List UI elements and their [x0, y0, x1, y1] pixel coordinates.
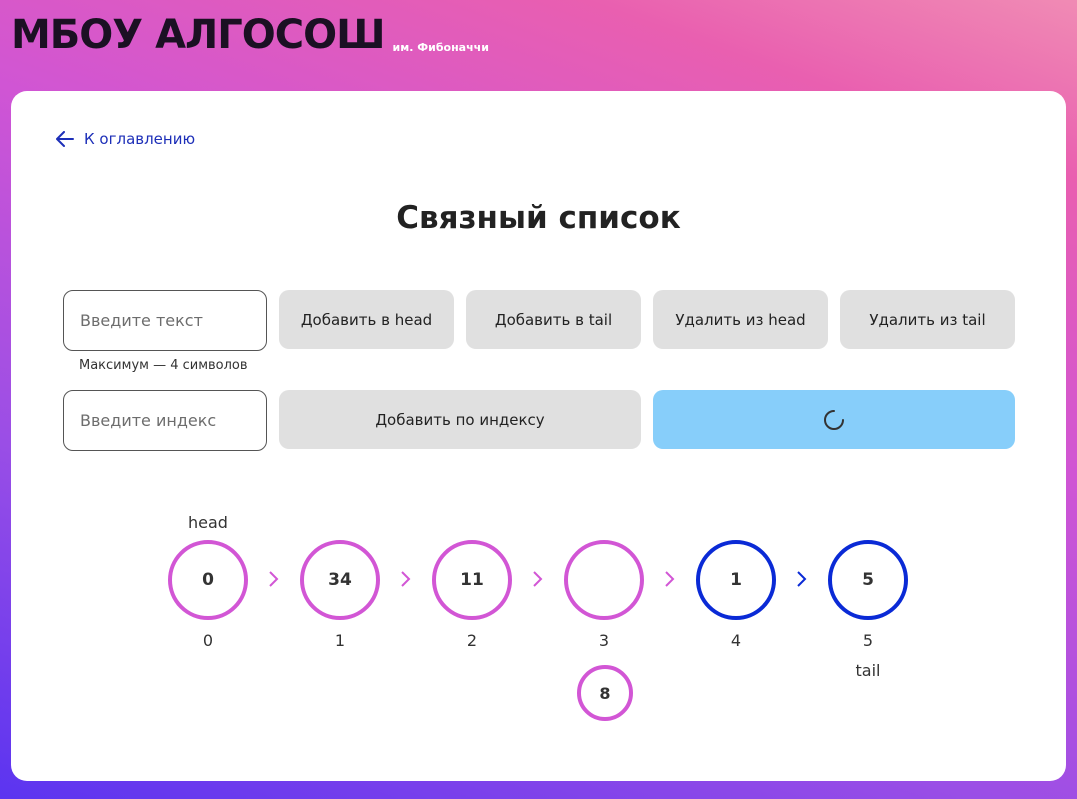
arrow-left-icon — [56, 131, 74, 147]
list-node: 11 — [432, 540, 512, 620]
node-index: 3 — [598, 631, 610, 650]
node-index: 2 — [466, 631, 478, 650]
page-title: Связный список — [396, 200, 681, 236]
loader-spinner-icon — [824, 409, 844, 430]
app-title: МБОУ АЛГОСОШ — [11, 12, 386, 58]
add-tail-button[interactable]: Добавить в tail — [466, 290, 641, 349]
chevron-right-icon — [269, 571, 279, 587]
list-node: 0 — [168, 540, 248, 620]
remove-tail-button[interactable]: Удалить из tail — [840, 290, 1015, 349]
head-label: head — [188, 513, 228, 532]
node-index: 0 — [202, 631, 214, 650]
app-header: МБОУ АЛГОСОШ им. Фибоначчи — [11, 10, 489, 60]
add-head-button[interactable]: Добавить в head — [279, 290, 454, 349]
chevron-right-icon — [533, 571, 543, 587]
remove-head-button[interactable]: Удалить из head — [653, 290, 828, 349]
add-by-index-button[interactable]: Добавить по индексу — [279, 390, 641, 449]
list-node: 5 — [828, 540, 908, 620]
index-input[interactable] — [63, 390, 267, 451]
remove-by-index-button[interactable] — [653, 390, 1015, 449]
text-input-hint: Максимум — 4 символов — [79, 358, 248, 373]
text-input[interactable] — [63, 290, 267, 351]
back-link[interactable]: К оглавлению — [56, 130, 195, 148]
chevron-right-icon — [401, 571, 411, 587]
chevron-right-icon — [665, 571, 675, 587]
back-link-label: К оглавлению — [84, 130, 196, 148]
node-index: 1 — [334, 631, 346, 650]
chevron-right-icon — [797, 571, 807, 587]
tail-label: tail — [855, 661, 881, 680]
node-index: 5 — [862, 631, 874, 650]
list-node: 34 — [300, 540, 380, 620]
app-subtitle: им. Фибоначчи — [392, 41, 489, 54]
list-node: 1 — [696, 540, 776, 620]
node-index: 4 — [730, 631, 742, 650]
list-node — [564, 540, 644, 620]
pending-node: 8 — [577, 665, 633, 721]
